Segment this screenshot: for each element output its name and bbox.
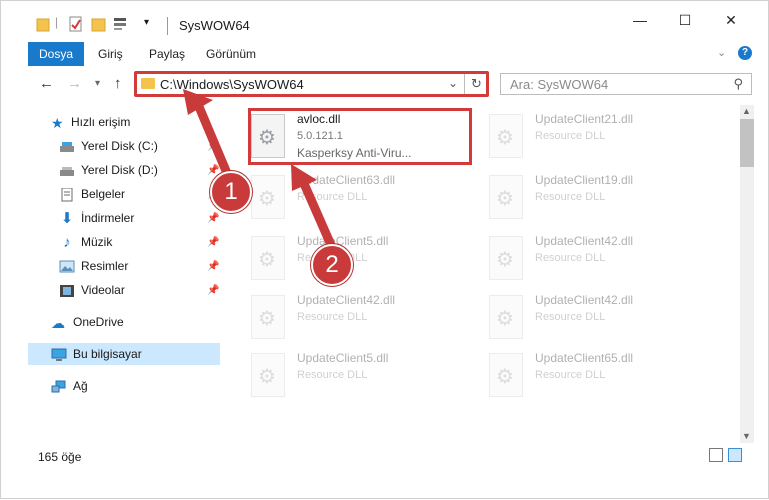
scroll-down-icon[interactable]: ▼: [742, 431, 751, 441]
details-view-button[interactable]: [709, 448, 723, 462]
annotation-arrows: [183, 89, 336, 250]
tiles-view-button[interactable]: [728, 448, 742, 462]
arrow-2-shaft: [297, 174, 336, 250]
explorer-window: | ▾ SysWOW64 — ☐ ✕ Dosya Giriş Paylaş Gö…: [0, 0, 769, 499]
step-2-badge: 2: [311, 244, 353, 286]
item-count: 165 öğe: [38, 450, 82, 464]
step-1-badge: 1: [210, 171, 252, 213]
scroll-up-icon[interactable]: ▲: [742, 106, 751, 116]
status-bar: 165 öğe: [1, 445, 768, 469]
scrollbar-thumb[interactable]: [740, 119, 754, 167]
arrow-1-shaft: [192, 97, 234, 183]
